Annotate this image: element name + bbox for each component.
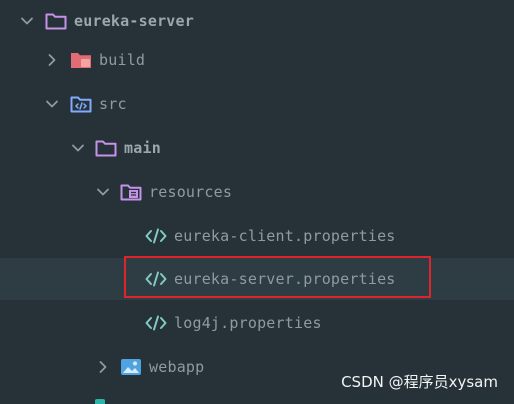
excluded-folder-icon [70, 49, 92, 71]
source-folder-icon [70, 93, 92, 115]
tree-label-main: main [124, 139, 161, 157]
tree-label-file: eureka-client.properties [174, 227, 396, 245]
tree-label-resources: resources [149, 183, 233, 201]
properties-file-icon [145, 312, 167, 334]
chevron-down-icon[interactable] [44, 96, 60, 112]
folder-icon [95, 137, 117, 159]
tree-row-build[interactable]: build [0, 39, 514, 81]
chevron-down-icon[interactable] [19, 13, 35, 29]
project-tree: eureka-server build src main resources e… [0, 0, 514, 404]
tree-row-eureka-server[interactable]: eureka-server [0, 0, 514, 42]
highlight-annotation [124, 256, 431, 298]
tree-label-build: build [99, 51, 146, 69]
tree-label-src: src [99, 95, 127, 113]
resources-folder-icon [120, 181, 142, 203]
tree-row-file[interactable]: log4j.properties [0, 302, 514, 344]
chevron-right-icon[interactable] [95, 359, 111, 375]
chevron-right-icon[interactable] [44, 52, 60, 68]
tree-label-webapp: webapp [149, 358, 205, 376]
chevron-down-icon[interactable] [95, 184, 111, 200]
tree-row-resources[interactable]: resources [0, 171, 514, 213]
properties-file-icon [145, 225, 167, 247]
image-folder-icon [120, 356, 142, 378]
tree-label-root: eureka-server [74, 12, 194, 30]
tree-label-file: log4j.properties [174, 314, 322, 332]
tree-row-main[interactable]: main [0, 127, 514, 169]
tree-row-file[interactable]: eureka-client.properties [0, 215, 514, 257]
folder-icon [45, 10, 67, 32]
chevron-down-icon[interactable] [70, 140, 86, 156]
partial-folder-icon [95, 399, 105, 404]
watermark: CSDN @程序员xysam [341, 373, 498, 391]
tree-row-src[interactable]: src [0, 83, 514, 125]
